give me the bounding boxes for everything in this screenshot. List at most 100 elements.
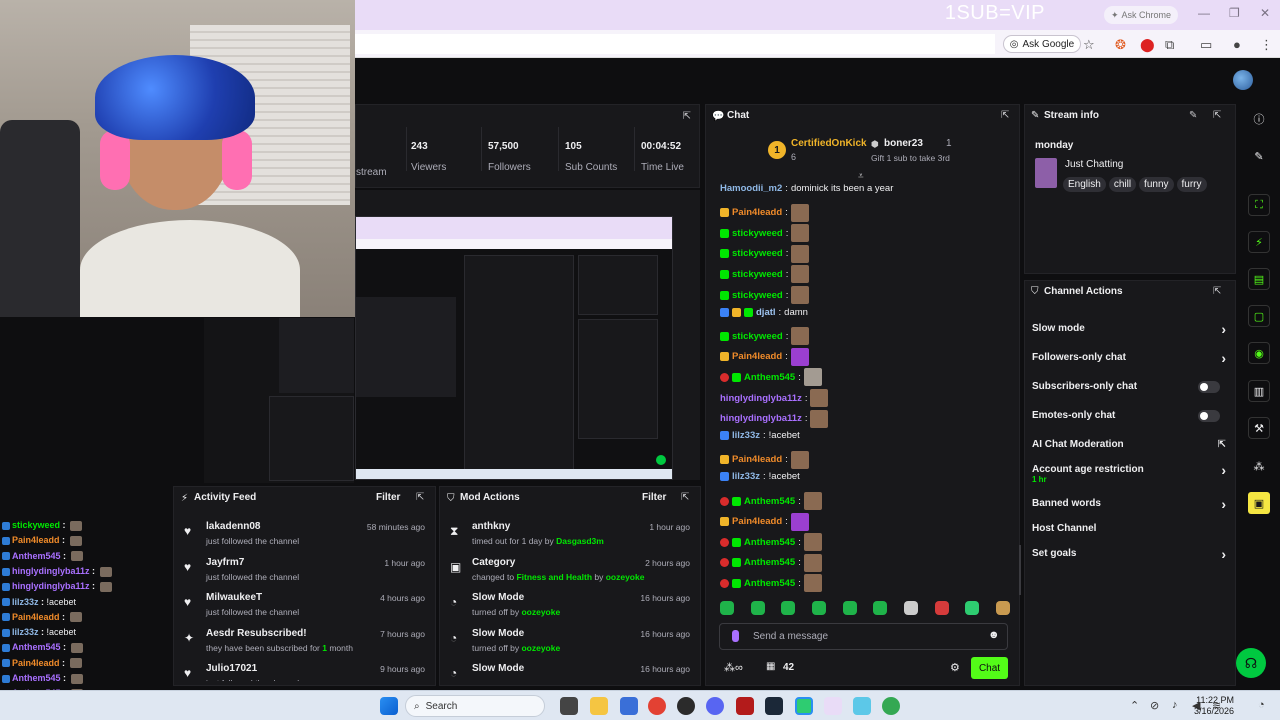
channel-action-host-channel[interactable]: Host Channel xyxy=(1032,523,1230,534)
stream-tag[interactable]: English xyxy=(1063,177,1106,192)
chat-message[interactable]: Anthem545: xyxy=(720,553,822,572)
chat-message[interactable]: Anthem545: xyxy=(720,492,822,510)
chat-message[interactable]: stickyweed: xyxy=(720,265,810,284)
quick-emote-icon[interactable] xyxy=(873,601,888,615)
info-icon[interactable]: ⓘ xyxy=(1248,108,1270,130)
popout-icon[interactable]: ⇱ xyxy=(1001,110,1009,121)
chat-username[interactable]: Pain4leadd xyxy=(732,516,782,527)
extension-icon[interactable]: ❂ xyxy=(1115,37,1126,53)
chat-username[interactable]: hinglydinglyba11z xyxy=(720,413,802,424)
tray-chevron-icon[interactable]: ⌃ xyxy=(1130,699,1139,712)
chat-input[interactable]: Send a message ☻ xyxy=(719,623,1008,650)
channel-action-set-goals[interactable]: Set goals › xyxy=(1032,546,1230,562)
chat-scrollbar[interactable] xyxy=(1019,545,1021,595)
pen-icon[interactable]: ✎ xyxy=(1248,145,1270,167)
steam-icon[interactable] xyxy=(765,697,783,715)
network-off-icon[interactable]: ⊘ xyxy=(1150,699,1159,712)
chat-message[interactable]: Pain4leadd: xyxy=(720,512,809,531)
gift-sub-hint[interactable]: Gift 1 sub to take 3rd xyxy=(871,153,950,163)
adblock-icon[interactable]: ⬤ xyxy=(1140,37,1155,53)
kick-icon[interactable] xyxy=(795,697,813,715)
store-icon[interactable] xyxy=(620,697,638,715)
chat-username[interactable]: stickyweed xyxy=(732,331,783,342)
help-support-button[interactable]: ☊ xyxy=(1236,648,1266,678)
popout-icon[interactable]: ⇱ xyxy=(681,492,689,503)
activity-filter-button[interactable]: Filter xyxy=(376,492,400,503)
popout-icon[interactable]: ⇱ xyxy=(683,111,691,122)
chat-message[interactable]: Pain4leadd: xyxy=(720,450,809,469)
bookmark-star-icon[interactable]: ☆ xyxy=(1083,37,1095,53)
wrench-icon[interactable]: ⚒ xyxy=(1248,417,1270,439)
collapse-icon[interactable]: ⩡ xyxy=(858,171,864,182)
quick-emote-icon[interactable] xyxy=(965,601,980,615)
chat-username[interactable]: Anthem545 xyxy=(744,372,795,383)
chat-username[interactable]: lilz33z xyxy=(732,471,760,482)
chat-message[interactable]: hinglydinglyba11z: xyxy=(720,389,829,407)
share-icon[interactable]: ⁂ xyxy=(1248,455,1270,477)
extensions-puzzle-icon[interactable]: ⧉ xyxy=(1165,37,1174,53)
mod-action-item[interactable]: ◔ Slow Mode 16 hours ago xyxy=(440,663,700,681)
chat-username[interactable]: Anthem545 xyxy=(744,537,795,548)
chrome-icon[interactable] xyxy=(648,697,666,715)
emoji-icon[interactable]: ☻ xyxy=(988,629,1000,641)
channel-action-followers-only-chat[interactable]: Followers-only chat › xyxy=(1032,350,1230,366)
toggle-switch[interactable] xyxy=(1198,381,1220,393)
layout-icon[interactable]: ▥ xyxy=(1248,380,1270,402)
chat-username[interactable]: Anthem545 xyxy=(744,557,795,568)
channel-action-account-age-restriction[interactable]: Account age restriction 1 hr › xyxy=(1032,462,1230,484)
chat-username[interactable]: Anthem545 xyxy=(744,496,795,507)
activity-item[interactable]: ♥ Julio17021 just followed the channel 9 ho… xyxy=(174,663,435,681)
stream-tag[interactable]: funny xyxy=(1139,177,1174,192)
chat-username[interactable]: Pain4leadd xyxy=(732,207,782,218)
quick-emote-icon[interactable] xyxy=(781,601,796,615)
obs-icon[interactable] xyxy=(677,697,695,715)
quick-emote-icon[interactable] xyxy=(903,601,918,615)
quick-emote-icon[interactable] xyxy=(811,601,826,615)
restore-icon[interactable]: ❐ xyxy=(1229,6,1240,20)
channel-action-ai-chat-moderation[interactable]: AI Chat Moderation ⇱ xyxy=(1032,439,1230,450)
chat-message[interactable]: Hamoodii_m2: dominick its been a year xyxy=(720,183,893,194)
ask-google-button[interactable]: ◎ Ask Google xyxy=(1003,35,1081,53)
chat-username[interactable]: djatl xyxy=(756,307,776,318)
quick-emote-icon[interactable] xyxy=(750,601,765,615)
chat-username[interactable]: Pain4leadd xyxy=(732,454,782,465)
mod-filter-button[interactable]: Filter xyxy=(642,492,666,503)
stream-tag[interactable]: chill xyxy=(1108,177,1137,192)
url-field[interactable] xyxy=(355,34,995,54)
channel-action-banned-words[interactable]: Banned words › xyxy=(1032,496,1230,512)
chat-username[interactable]: stickyweed xyxy=(732,269,783,280)
chat-message[interactable]: stickyweed: xyxy=(720,327,810,346)
popout-icon[interactable]: ⇱ xyxy=(416,492,424,503)
edit-icon[interactable]: ✎ xyxy=(1189,110,1197,121)
chat-message[interactable]: lilz33z: !acebet xyxy=(720,471,800,482)
microphone-icon[interactable]: ♪ xyxy=(1172,699,1178,711)
activity-item[interactable]: ♥ lakadenn08 just followed the channel 58 m… xyxy=(174,521,435,557)
chat-message[interactable]: stickyweed: xyxy=(720,224,810,243)
chat-message[interactable]: djatl: damn xyxy=(720,307,808,318)
mod-action-item[interactable]: ⧗ anthkny timed out for 1 day by Dasgasd3m… xyxy=(440,521,700,557)
avatar[interactable] xyxy=(1233,70,1253,90)
mod-action-item[interactable]: ▣ Category changed to Fitness and Health b… xyxy=(440,557,700,593)
chat-message[interactable]: Pain4leadd: xyxy=(720,347,809,366)
ai-app-icon[interactable] xyxy=(853,697,871,715)
chat-message[interactable]: stickyweed: xyxy=(720,286,810,304)
chat-username[interactable]: Pain4leadd xyxy=(732,351,782,362)
chat-message[interactable]: stickyweed: xyxy=(720,244,810,263)
leaderboard-user-1[interactable]: CertifiedOnKick xyxy=(791,138,867,149)
minimize-icon[interactable]: — xyxy=(1198,6,1210,20)
chrome-profile-icon[interactable] xyxy=(882,697,900,715)
channel-action-slow-mode[interactable]: Slow mode › xyxy=(1032,321,1230,337)
acrobat-icon[interactable] xyxy=(736,697,754,715)
taskbar-search[interactable]: ⌕ Search xyxy=(405,695,545,717)
lightning-icon[interactable]: ⚡ xyxy=(1248,231,1270,253)
profile-icon[interactable]: ● xyxy=(1233,37,1241,52)
chat-settings-icon[interactable]: ⁂∞ xyxy=(724,661,743,674)
chat-icon[interactable]: ▢ xyxy=(1248,305,1270,327)
quick-emote-icon[interactable] xyxy=(995,601,1010,615)
chat-send-button[interactable]: Chat xyxy=(971,657,1008,679)
stream-preview-video[interactable] xyxy=(355,216,673,480)
chat-message[interactable]: Anthem545: xyxy=(720,574,822,593)
channel-action-emotes-only-chat[interactable]: Emotes-only chat xyxy=(1032,410,1230,422)
ask-chrome-button[interactable]: ✦ Ask Chrome xyxy=(1104,6,1178,24)
chat-message[interactable]: hinglydinglyba11z: xyxy=(720,409,829,428)
